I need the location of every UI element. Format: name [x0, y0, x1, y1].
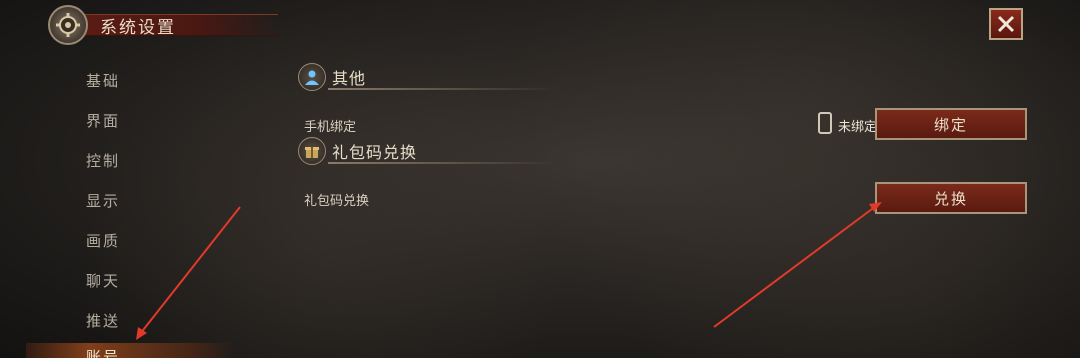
arrowhead-account: [136, 327, 147, 340]
arrow-to-redeem: [713, 205, 877, 328]
gear-icon: [48, 5, 88, 45]
annotation-arrows: [136, 202, 882, 340]
arrow-to-account: [139, 206, 241, 335]
page-title: 系统设置: [100, 17, 176, 38]
